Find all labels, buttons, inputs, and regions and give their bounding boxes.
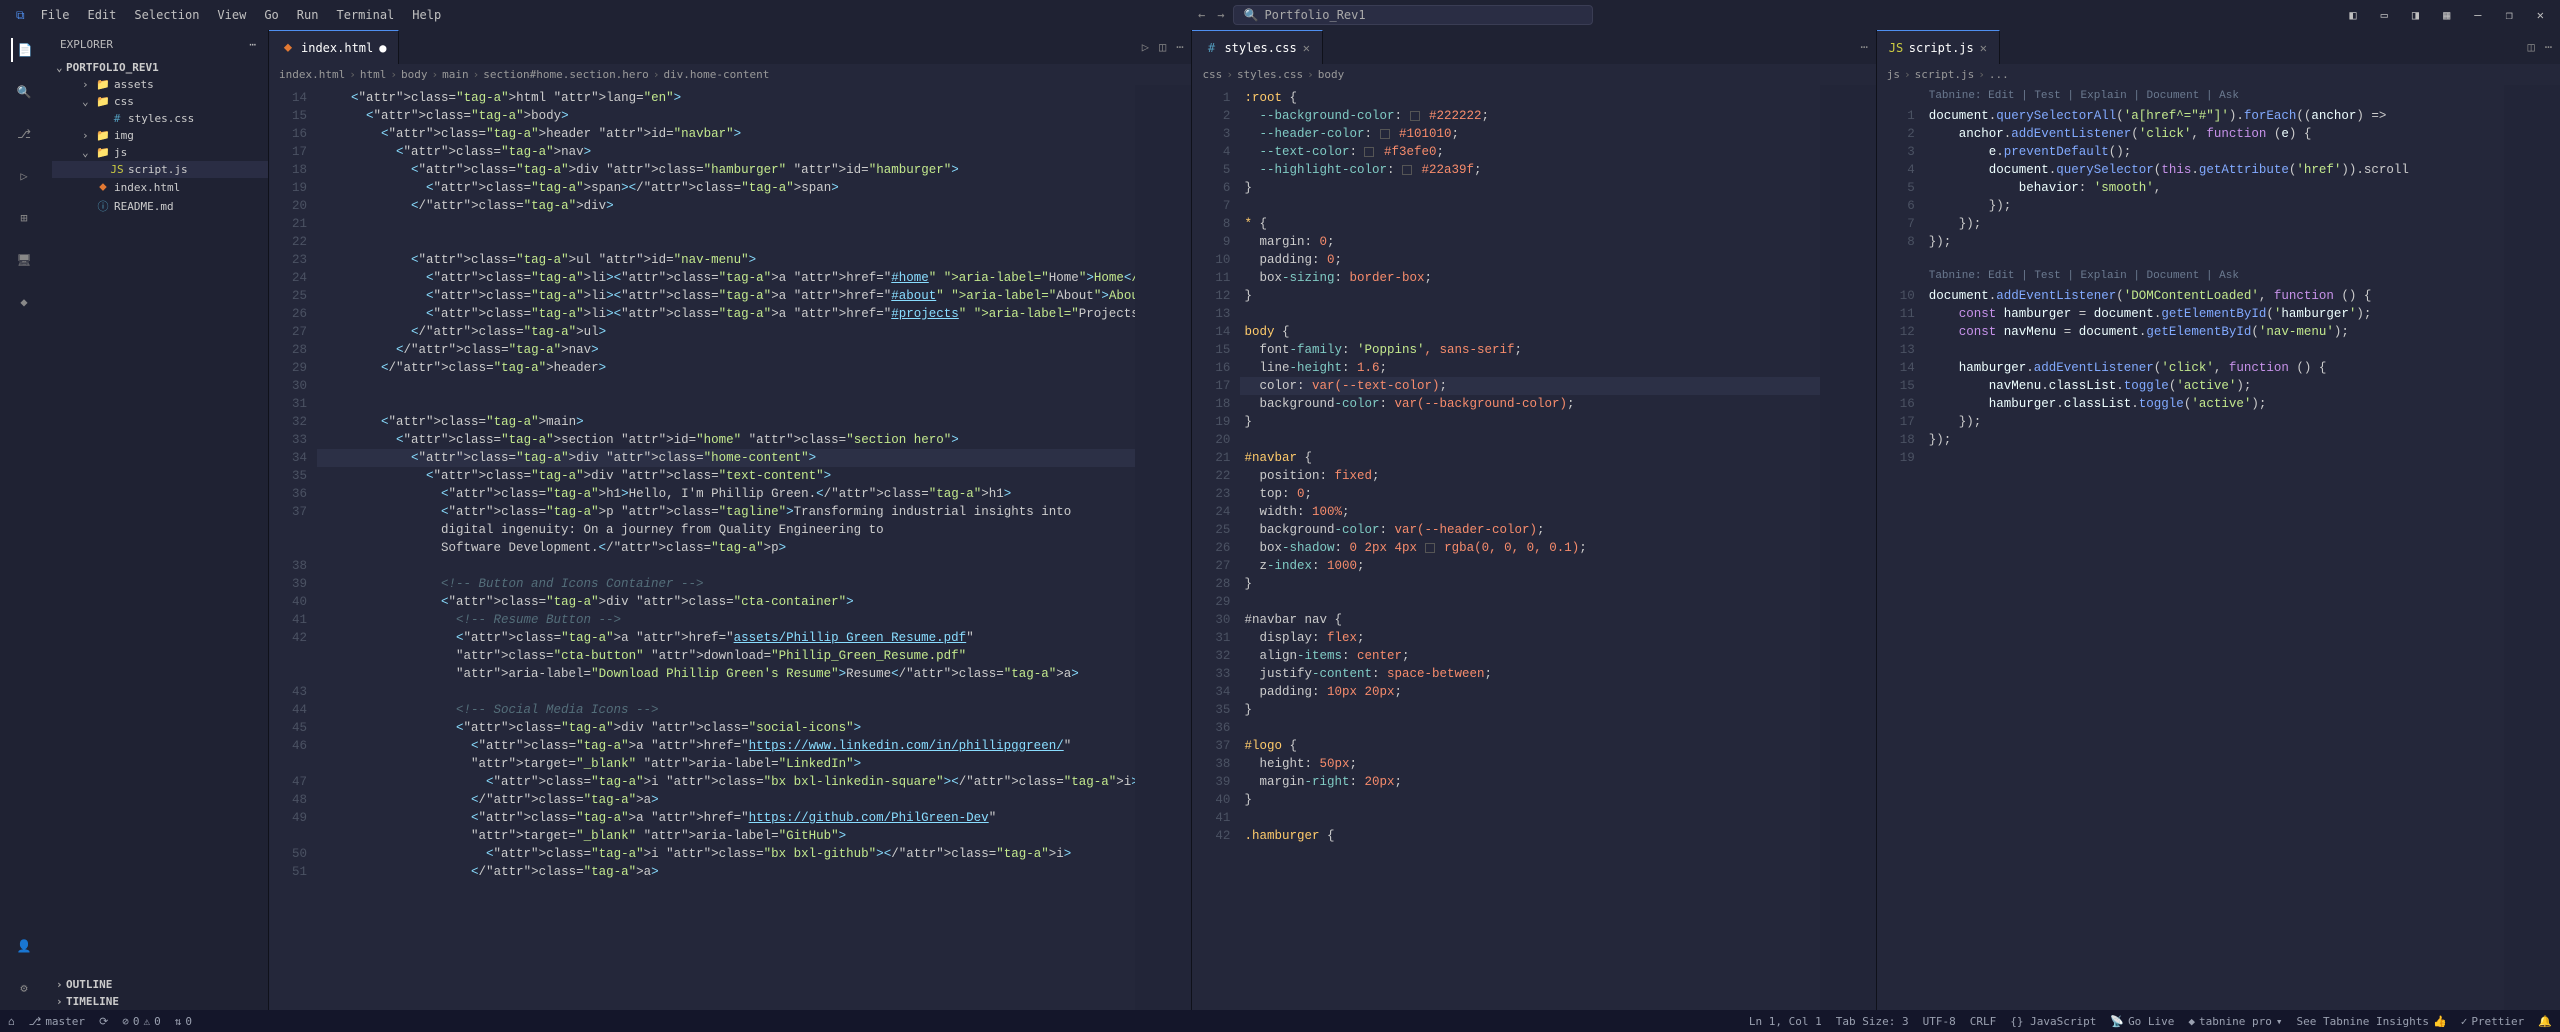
tree-item-README-md[interactable]: ⓘ README.md: [52, 196, 268, 216]
tabnine-status[interactable]: ◆ tabnine pro ▾: [2188, 1015, 2282, 1028]
breadcrumb[interactable]: js › script.js › ...: [1877, 64, 2560, 85]
menu-run[interactable]: Run: [289, 4, 327, 26]
go-live[interactable]: 📡 Go Live: [2110, 1015, 2174, 1028]
tab-styles-css[interactable]: # styles.css ✕: [1192, 30, 1322, 64]
code-editor[interactable]: :root { --background-color: #222222; --h…: [1240, 85, 1819, 1010]
close-icon[interactable]: ✕: [1980, 41, 1987, 55]
timeline-section[interactable]: ›TIMELINE: [48, 993, 268, 1010]
menu-go[interactable]: Go: [256, 4, 286, 26]
more-icon[interactable]: ⋯: [1860, 40, 1867, 54]
remote-indicator[interactable]: ⌂: [8, 1015, 15, 1028]
run-debug-icon[interactable]: ▷: [12, 164, 36, 188]
minimap[interactable]: [1135, 85, 1191, 1010]
more-icon[interactable]: ⋯: [1176, 40, 1183, 54]
menu-terminal[interactable]: Terminal: [328, 4, 402, 26]
more-icon[interactable]: ⋯: [2545, 40, 2552, 54]
search-icon[interactable]: 🔍: [12, 80, 36, 104]
split-icon[interactable]: ◫: [2528, 40, 2535, 54]
extensions-icon[interactable]: ⊞: [12, 206, 36, 230]
vscode-logo-icon: ⧉: [8, 4, 33, 27]
tree-item-css[interactable]: ⌄📁 css: [52, 93, 268, 110]
main-menu: ⧉: [8, 4, 33, 27]
ports[interactable]: ⇅ 0: [175, 1015, 192, 1028]
tabnine-icon[interactable]: ◆: [12, 290, 36, 314]
nav-forward-icon[interactable]: →: [1217, 8, 1224, 22]
explorer-title: EXPLORER: [60, 38, 113, 51]
close-icon[interactable]: ✕: [1303, 41, 1310, 55]
tab-label: script.js: [1909, 41, 1974, 55]
outline-section[interactable]: ›OUTLINE: [48, 976, 268, 993]
split-icon[interactable]: ◫: [1159, 40, 1166, 54]
minimap[interactable]: [2504, 85, 2560, 1010]
remote-icon[interactable]: 🖥: [12, 248, 36, 272]
close-window-icon[interactable]: ✕: [2529, 4, 2552, 26]
tab-size[interactable]: Tab Size: 3: [1836, 1015, 1909, 1028]
code-editor[interactable]: <"attr">class="tag-a">html "attr">lang="…: [317, 85, 1135, 1010]
more-icon[interactable]: ⋯: [249, 38, 256, 51]
language-mode[interactable]: {} JavaScript: [2010, 1015, 2096, 1028]
project-root[interactable]: ⌄PORTFOLIO_REV1: [48, 59, 268, 76]
js-file-icon: JS: [1889, 41, 1903, 55]
minimap[interactable]: [1820, 85, 1876, 1010]
tree-item-img[interactable]: ›📁 img: [52, 127, 268, 144]
prettier-status[interactable]: ✓ Prettier: [2461, 1015, 2525, 1028]
menu-help[interactable]: Help: [404, 4, 449, 26]
search-icon: 🔍: [1244, 8, 1259, 22]
menu-selection[interactable]: Selection: [126, 4, 207, 26]
tree-item-styles-css[interactable]: # styles.css: [52, 110, 268, 127]
css-file-icon: #: [1204, 41, 1218, 55]
run-icon[interactable]: ▷: [1142, 40, 1149, 54]
tab-index-html[interactable]: ⬥ index.html ●: [269, 30, 399, 64]
command-center[interactable]: 🔍 Portfolio_Rev1: [1233, 5, 1593, 25]
settings-gear-icon[interactable]: ⚙: [12, 976, 36, 1000]
status-bar: ⌂ ⎇ master ⟳ ⊘ 0 ⚠ 0 ⇅ 0 Ln 1, Col 1 Tab…: [0, 1010, 2560, 1032]
eol[interactable]: CRLF: [1970, 1015, 1997, 1028]
sidebar-right-icon[interactable]: ◨: [2404, 4, 2427, 26]
menu-edit[interactable]: Edit: [79, 4, 124, 26]
explorer-icon[interactable]: 📄: [11, 38, 35, 62]
layout-toggle-icon[interactable]: ◧: [2341, 4, 2364, 26]
minimize-icon[interactable]: —: [2466, 4, 2489, 26]
nav-back-icon[interactable]: ←: [1198, 8, 1205, 22]
git-branch[interactable]: ⎇ master: [29, 1015, 85, 1028]
account-icon[interactable]: 👤: [12, 934, 36, 958]
cursor-position[interactable]: Ln 1, Col 1: [1749, 1015, 1822, 1028]
maximize-icon[interactable]: ❐: [2498, 4, 2521, 26]
notifications-icon[interactable]: 🔔: [2538, 1015, 2552, 1028]
source-control-icon[interactable]: ⎇: [12, 122, 36, 146]
grid-icon[interactable]: ▦: [2435, 4, 2458, 26]
git-sync[interactable]: ⟳: [99, 1015, 108, 1028]
tree-item-js[interactable]: ⌄📁 js: [52, 144, 268, 161]
breadcrumb[interactable]: css › styles.css › body: [1192, 64, 1875, 85]
tree-item-script-js[interactable]: JS script.js: [52, 161, 268, 178]
explorer-sidebar: EXPLORER ⋯ ⌄PORTFOLIO_REV1 ›📁 assets⌄📁 c…: [48, 30, 268, 1010]
tabnine-insights[interactable]: See Tabnine Insights 👍: [2297, 1015, 2447, 1028]
panel-toggle-icon[interactable]: ▭: [2373, 4, 2396, 26]
tree-item-index-html[interactable]: ⬥ index.html: [52, 178, 268, 196]
problems[interactable]: ⊘ 0 ⚠ 0: [122, 1015, 161, 1028]
menu-view[interactable]: View: [209, 4, 254, 26]
encoding[interactable]: UTF-8: [1923, 1015, 1956, 1028]
tab-label: index.html: [301, 41, 373, 55]
tab-script-js[interactable]: JS script.js ✕: [1877, 30, 2000, 64]
html-file-icon: ⬥: [281, 40, 295, 55]
search-text: Portfolio_Rev1: [1264, 8, 1365, 22]
tab-modified-icon: ●: [379, 41, 386, 55]
activity-bar: 📄 🔍 ⎇ ▷ ⊞ 🖥 ◆ 👤 ⚙: [0, 30, 48, 1010]
code-editor[interactable]: Tabnine: Edit | Test | Explain | Documen…: [1925, 85, 2504, 1010]
tree-item-assets[interactable]: ›📁 assets: [52, 76, 268, 93]
menu-file[interactable]: File: [33, 4, 78, 26]
tab-label: styles.css: [1224, 41, 1296, 55]
breadcrumb[interactable]: index.html › html › body › main › sectio…: [269, 64, 1191, 85]
